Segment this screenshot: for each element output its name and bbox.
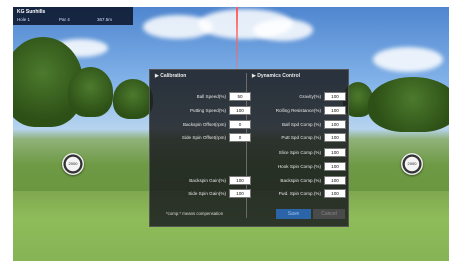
side-spin-offset-input[interactable]: 0 — [229, 133, 251, 142]
gravity-input[interactable]: 100 — [324, 92, 346, 101]
backspin-comp-label: Backspin Comp.(%) — [280, 178, 321, 183]
backspin-offset-label: Backspin Offset(rpm) — [182, 122, 226, 127]
hole-distance: 367.5m — [97, 17, 113, 22]
tree — [368, 77, 449, 132]
putting-speed-label: Putting Speed(%) — [189, 108, 226, 113]
backspin-comp-input[interactable]: 100 — [324, 176, 346, 185]
putt-spd-comp-label: Putt Spd Comp.(%) — [281, 135, 321, 140]
backspin-offset-input[interactable]: 0 — [229, 120, 251, 129]
cloud — [253, 19, 313, 41]
tree — [68, 67, 113, 117]
hook-spin-comp-label: Hook Spin Comp.(%) — [277, 164, 321, 169]
tee-marker-label: 2000 — [407, 161, 417, 166]
fwd-spin-comp-input[interactable]: 100 — [324, 189, 346, 198]
cloud — [373, 47, 443, 72]
hole-number: Hole 1 — [17, 17, 31, 22]
compensation-note: *comp.* means compensation — [166, 211, 224, 216]
ball-speed-label: Ball Speed(%) — [196, 94, 226, 99]
ball-spd-comp-label: Ball Spd Comp.(%) — [281, 122, 321, 127]
calibration-title: ▶ Calibration — [155, 73, 187, 79]
backspin-gain-input[interactable]: 100 — [229, 176, 251, 185]
slice-spin-comp-label: Slice Spin Comp.(%) — [278, 150, 321, 155]
dynamics-title: ▶ Dynamics Control — [252, 73, 301, 79]
tee-marker-right: 2000 — [401, 153, 423, 175]
ball-speed-input[interactable]: 50 — [229, 92, 251, 101]
shot-trajectory-line — [236, 7, 238, 77]
fwd-spin-comp-label: Fwd. Spin Comp.(%) — [278, 191, 321, 196]
putt-spd-comp-input[interactable]: 100 — [324, 133, 346, 142]
slice-spin-comp-input[interactable]: 100 — [324, 148, 346, 157]
side-spin-gain-label: Side Spin Gain(%) — [188, 191, 226, 196]
tree — [113, 79, 153, 119]
save-button[interactable]: Save — [276, 209, 311, 219]
side-spin-offset-label: Side Spin Offset(rpm) — [181, 135, 226, 140]
backspin-gain-label: Backspin Gain(%) — [189, 178, 226, 183]
hook-spin-comp-input[interactable]: 100 — [324, 162, 346, 171]
settings-dialog: ▶ Calibration ▶ Dynamics Control Ball Sp… — [149, 69, 349, 227]
hole-par: Par 4 — [59, 17, 70, 22]
game-scene: KG Sunhills Hole 1 Par 4 367.5m 2000 200… — [13, 7, 449, 261]
cancel-button[interactable]: Cancel — [313, 209, 345, 219]
tee-marker-left: 2000 — [62, 153, 84, 175]
course-name: KG Sunhills — [17, 9, 46, 15]
rolling-resistance-input[interactable]: 100 — [324, 106, 346, 115]
side-spin-gain-input[interactable]: 100 — [229, 189, 251, 198]
hole-info-panel: KG Sunhills Hole 1 Par 4 367.5m — [13, 7, 133, 25]
gravity-label: Gravity(%) — [299, 94, 321, 99]
tee-marker-label: 2000 — [68, 161, 78, 166]
putting-speed-input[interactable]: 100 — [229, 106, 251, 115]
rolling-resistance-label: Rolling Resistance(%) — [275, 108, 321, 113]
ball-spd-comp-input[interactable]: 100 — [324, 120, 346, 129]
